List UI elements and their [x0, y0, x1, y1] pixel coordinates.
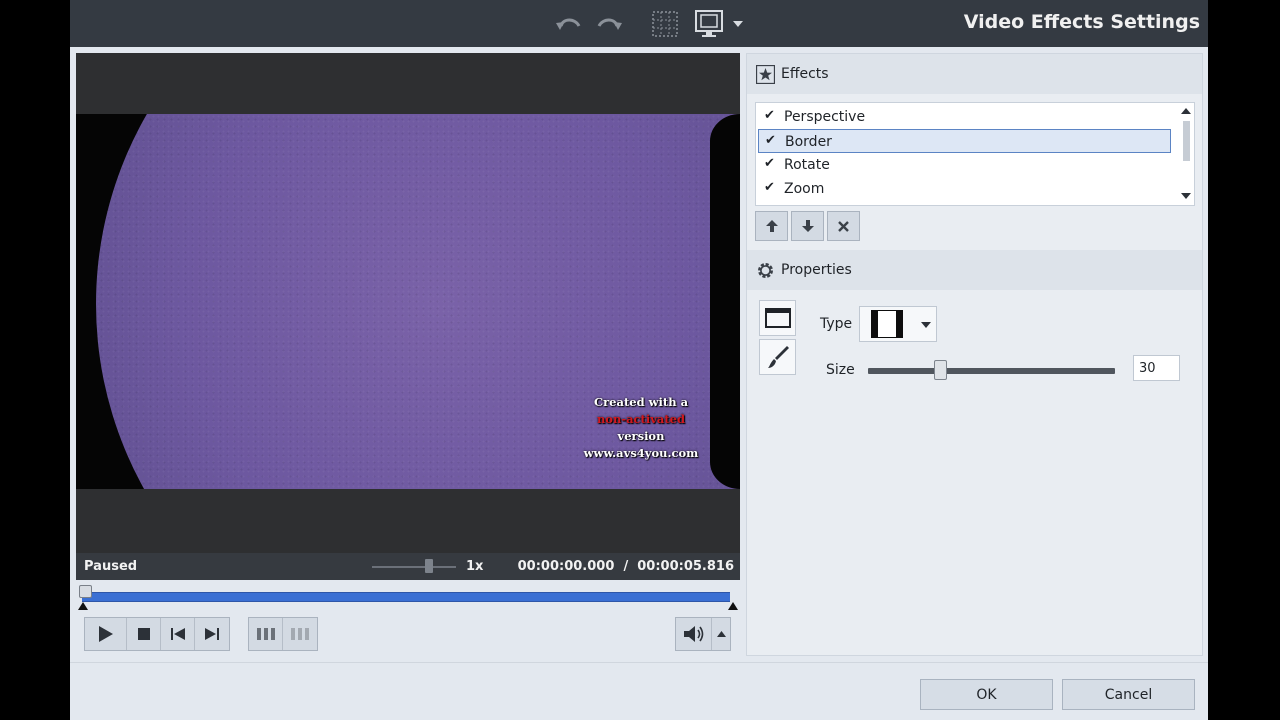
delete-effect-button[interactable] — [827, 211, 860, 241]
stop-button[interactable] — [127, 618, 161, 650]
close-icon — [838, 220, 849, 232]
move-up-button[interactable] — [755, 211, 788, 241]
watermark-red-text: non-activated — [596, 412, 686, 426]
watermark-line-2: non-activated version — [576, 411, 706, 445]
border-shape-button[interactable] — [759, 300, 796, 336]
grid-icon[interactable] — [650, 10, 680, 38]
checkmark-icon[interactable]: ✔ — [764, 108, 775, 123]
frame-split-button[interactable] — [249, 618, 283, 650]
watermark-line-1: Created with a — [593, 395, 689, 409]
dialog-footer: OK Cancel — [70, 662, 1208, 720]
frame-merge-button[interactable] — [283, 618, 317, 650]
undo-icon[interactable] — [554, 10, 584, 38]
volume-controls — [675, 617, 731, 651]
transport-controls — [84, 617, 230, 651]
chevron-down-icon[interactable] — [730, 10, 746, 38]
status-bar: Paused 1x 00:00:00.000 / 00:00:05.816 — [76, 553, 740, 580]
window-title: Video Effects Settings — [963, 11, 1200, 33]
effect-item-zoom[interactable]: ✔ Zoom — [758, 177, 1171, 201]
size-slider-track[interactable] — [868, 368, 1115, 374]
next-button[interactable] — [195, 618, 229, 650]
effects-header: Effects — [747, 54, 1202, 94]
monitor-icon[interactable] — [694, 10, 724, 38]
border-type-icon — [871, 310, 903, 338]
video-effects-window: Video Effects Settings Created with a no… — [70, 0, 1208, 720]
watermark-line-3: www.avs4you.com — [583, 446, 699, 460]
arrow-up-icon — [765, 220, 778, 232]
ok-button[interactable]: OK — [920, 679, 1053, 710]
current-time: 00:00:00.000 — [517, 559, 615, 574]
scroll-up-icon[interactable] — [1181, 108, 1191, 114]
checkmark-icon[interactable]: ✔ — [764, 156, 775, 171]
speed-label: 1x — [466, 559, 484, 574]
type-label: Type — [820, 316, 853, 332]
previous-button[interactable] — [161, 618, 195, 650]
effects-list[interactable]: ✔ Perspective ✔ Border ✔ Rotate ✔ Zoom — [755, 102, 1195, 206]
arrow-down-icon — [801, 220, 814, 232]
effects-title: Effects — [781, 66, 829, 82]
timeline-start-marker[interactable] — [78, 602, 88, 610]
watermark-line-2-rest: version — [617, 429, 665, 443]
gear-icon — [756, 261, 775, 284]
playback-state: Paused — [84, 559, 138, 574]
size-slider-thumb[interactable] — [933, 360, 947, 380]
play-icon — [98, 626, 113, 642]
volume-popup-button[interactable] — [712, 618, 730, 650]
video-shadow — [710, 114, 740, 489]
effect-name: Perspective — [784, 109, 866, 125]
effect-item-rotate[interactable]: ✔ Rotate — [758, 153, 1171, 177]
speed-slider-thumb[interactable] — [425, 559, 434, 573]
chevron-down-icon — [921, 322, 931, 328]
timeline-bar[interactable] — [82, 592, 730, 602]
frame-controls — [248, 617, 318, 651]
speaker-icon — [683, 626, 703, 642]
title-bar: Video Effects Settings — [70, 0, 1208, 47]
scroll-thumb[interactable] — [1183, 121, 1190, 161]
size-label: Size — [826, 362, 855, 378]
properties-title: Properties — [781, 262, 852, 278]
properties-header: Properties — [747, 250, 1202, 290]
video-preview: Created with a non-activated version www… — [76, 53, 740, 553]
next-icon — [205, 628, 219, 640]
play-button[interactable] — [85, 618, 127, 650]
effect-item-perspective[interactable]: ✔ Perspective — [758, 105, 1171, 129]
cancel-button[interactable]: Cancel — [1062, 679, 1195, 710]
type-dropdown[interactable] — [859, 306, 937, 342]
volume-button[interactable] — [676, 618, 712, 650]
settings-panel: Effects ✔ Perspective ✔ Border ✔ Rotate … — [746, 53, 1203, 656]
move-down-button[interactable] — [791, 211, 824, 241]
size-input[interactable]: 30 — [1133, 355, 1180, 381]
time-separator: / — [623, 559, 629, 574]
brush-icon — [767, 346, 789, 368]
previous-icon — [170, 628, 185, 640]
video-frame: Created with a non-activated version www… — [76, 114, 740, 489]
effect-name: Zoom — [784, 181, 825, 197]
effect-name: Rotate — [784, 157, 830, 173]
star-icon — [755, 64, 776, 88]
checkmark-icon[interactable]: ✔ — [765, 133, 776, 148]
stop-icon — [137, 628, 150, 640]
brush-button[interactable] — [759, 339, 796, 375]
merge-icon — [291, 628, 309, 640]
timeline-end-marker[interactable] — [728, 602, 738, 610]
scroll-down-icon[interactable] — [1181, 193, 1191, 199]
effects-scrollbar[interactable] — [1180, 105, 1192, 203]
chevron-up-icon — [716, 631, 726, 637]
effect-item-border[interactable]: ✔ Border — [758, 129, 1171, 153]
redo-icon[interactable] — [594, 10, 624, 38]
checkmark-icon[interactable]: ✔ — [764, 180, 775, 195]
total-time: 00:00:05.816 — [637, 559, 734, 574]
timecode: 00:00:00.000 / 00:00:05.816 — [518, 559, 734, 574]
rectangle-icon — [764, 308, 791, 328]
split-icon — [256, 628, 275, 640]
watermark: Created with a non-activated version www… — [576, 394, 706, 462]
speed-slider-track[interactable] — [372, 566, 456, 568]
effect-name: Border — [785, 134, 832, 150]
timeline-playhead[interactable] — [79, 585, 92, 598]
